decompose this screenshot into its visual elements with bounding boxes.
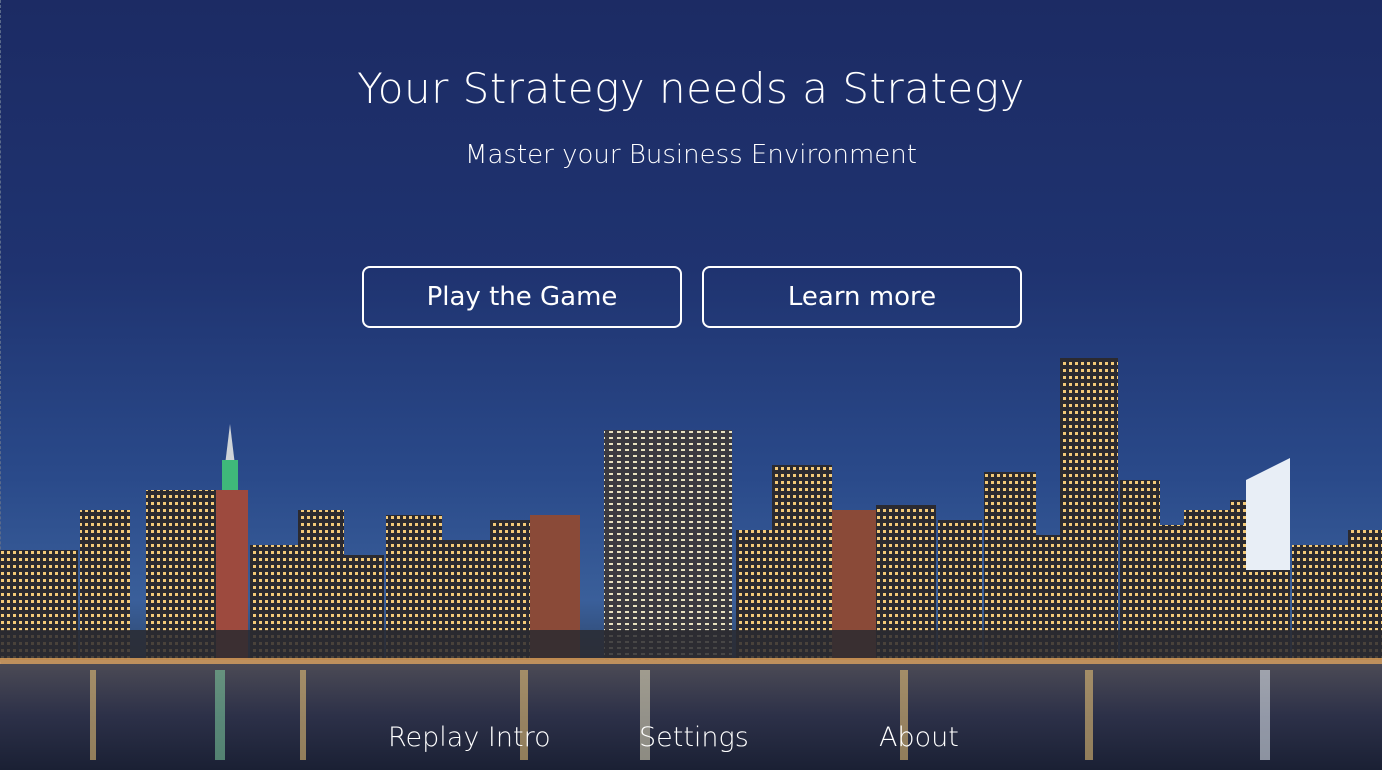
- city-skyline-background: [0, 0, 1382, 770]
- buildings: [0, 358, 1382, 664]
- page-subtitle: Master your Business Environment: [465, 140, 917, 170]
- page-title: Your Strategy needs a Strategy: [357, 64, 1025, 113]
- learn-more-button[interactable]: Learn more: [702, 266, 1022, 328]
- skyline-illustration: [0, 358, 1382, 770]
- replay-intro-link[interactable]: Replay Intro: [388, 722, 551, 753]
- river-reflection: [0, 664, 1382, 770]
- settings-link[interactable]: Settings: [639, 722, 749, 753]
- about-link[interactable]: About: [879, 722, 959, 753]
- play-game-button[interactable]: Play the Game: [362, 266, 682, 328]
